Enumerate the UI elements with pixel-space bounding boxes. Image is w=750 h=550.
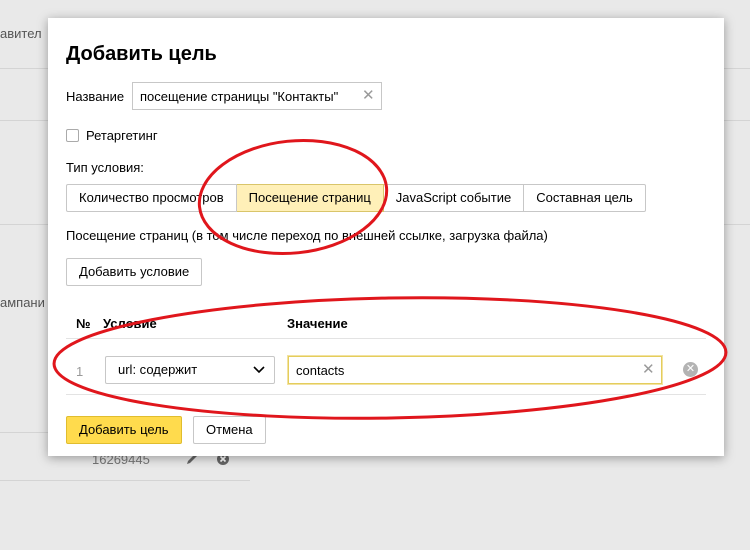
condition-value-input[interactable] xyxy=(288,356,662,384)
column-header-condition: Условие xyxy=(103,316,157,331)
condition-type-tabs: Количество просмотров Посещение страниц … xyxy=(66,184,646,212)
name-label: Название xyxy=(66,89,125,104)
add-condition-button[interactable]: Добавить условие xyxy=(66,258,203,286)
retargeting-checkbox[interactable] xyxy=(66,129,79,142)
add-goal-dialog: Добавить цель Название ✕ Ретаргетинг Тип… xyxy=(48,18,724,456)
condition-select-value: url: содержит xyxy=(118,362,198,377)
background-text-fragment: ампани xyxy=(0,295,45,310)
chevron-down-icon xyxy=(253,366,265,374)
cancel-button[interactable]: Отмена xyxy=(193,416,266,444)
close-icon[interactable]: ✕ xyxy=(362,88,375,103)
condition-select[interactable]: url: содержит xyxy=(105,356,275,384)
retargeting-label[interactable]: Ретаргетинг xyxy=(86,128,158,143)
condition-description: Посещение страниц (в том числе переход п… xyxy=(66,228,548,243)
row-number: 1 xyxy=(76,364,84,379)
background-divider xyxy=(0,480,250,481)
column-header-number: № xyxy=(76,316,91,331)
dialog-title: Добавить цель xyxy=(66,43,217,65)
add-goal-button[interactable]: Добавить цель xyxy=(66,416,182,444)
condition-type-label: Тип условия: xyxy=(66,160,144,175)
close-icon[interactable]: ✕ xyxy=(642,362,655,377)
tab-javascript-event[interactable]: JavaScript событие xyxy=(383,184,525,212)
table-divider xyxy=(66,394,706,395)
goal-name-input[interactable] xyxy=(132,82,382,110)
table-divider xyxy=(66,338,706,339)
column-header-value: Значение xyxy=(287,316,348,331)
background-text-fragment: авител xyxy=(0,26,42,41)
tab-composite-goal[interactable]: Составная цель xyxy=(524,184,646,212)
tab-page-views[interactable]: Количество просмотров xyxy=(66,184,237,212)
remove-circle-icon[interactable]: ✕ xyxy=(683,362,698,377)
tab-page-visits[interactable]: Посещение страниц xyxy=(236,184,384,212)
